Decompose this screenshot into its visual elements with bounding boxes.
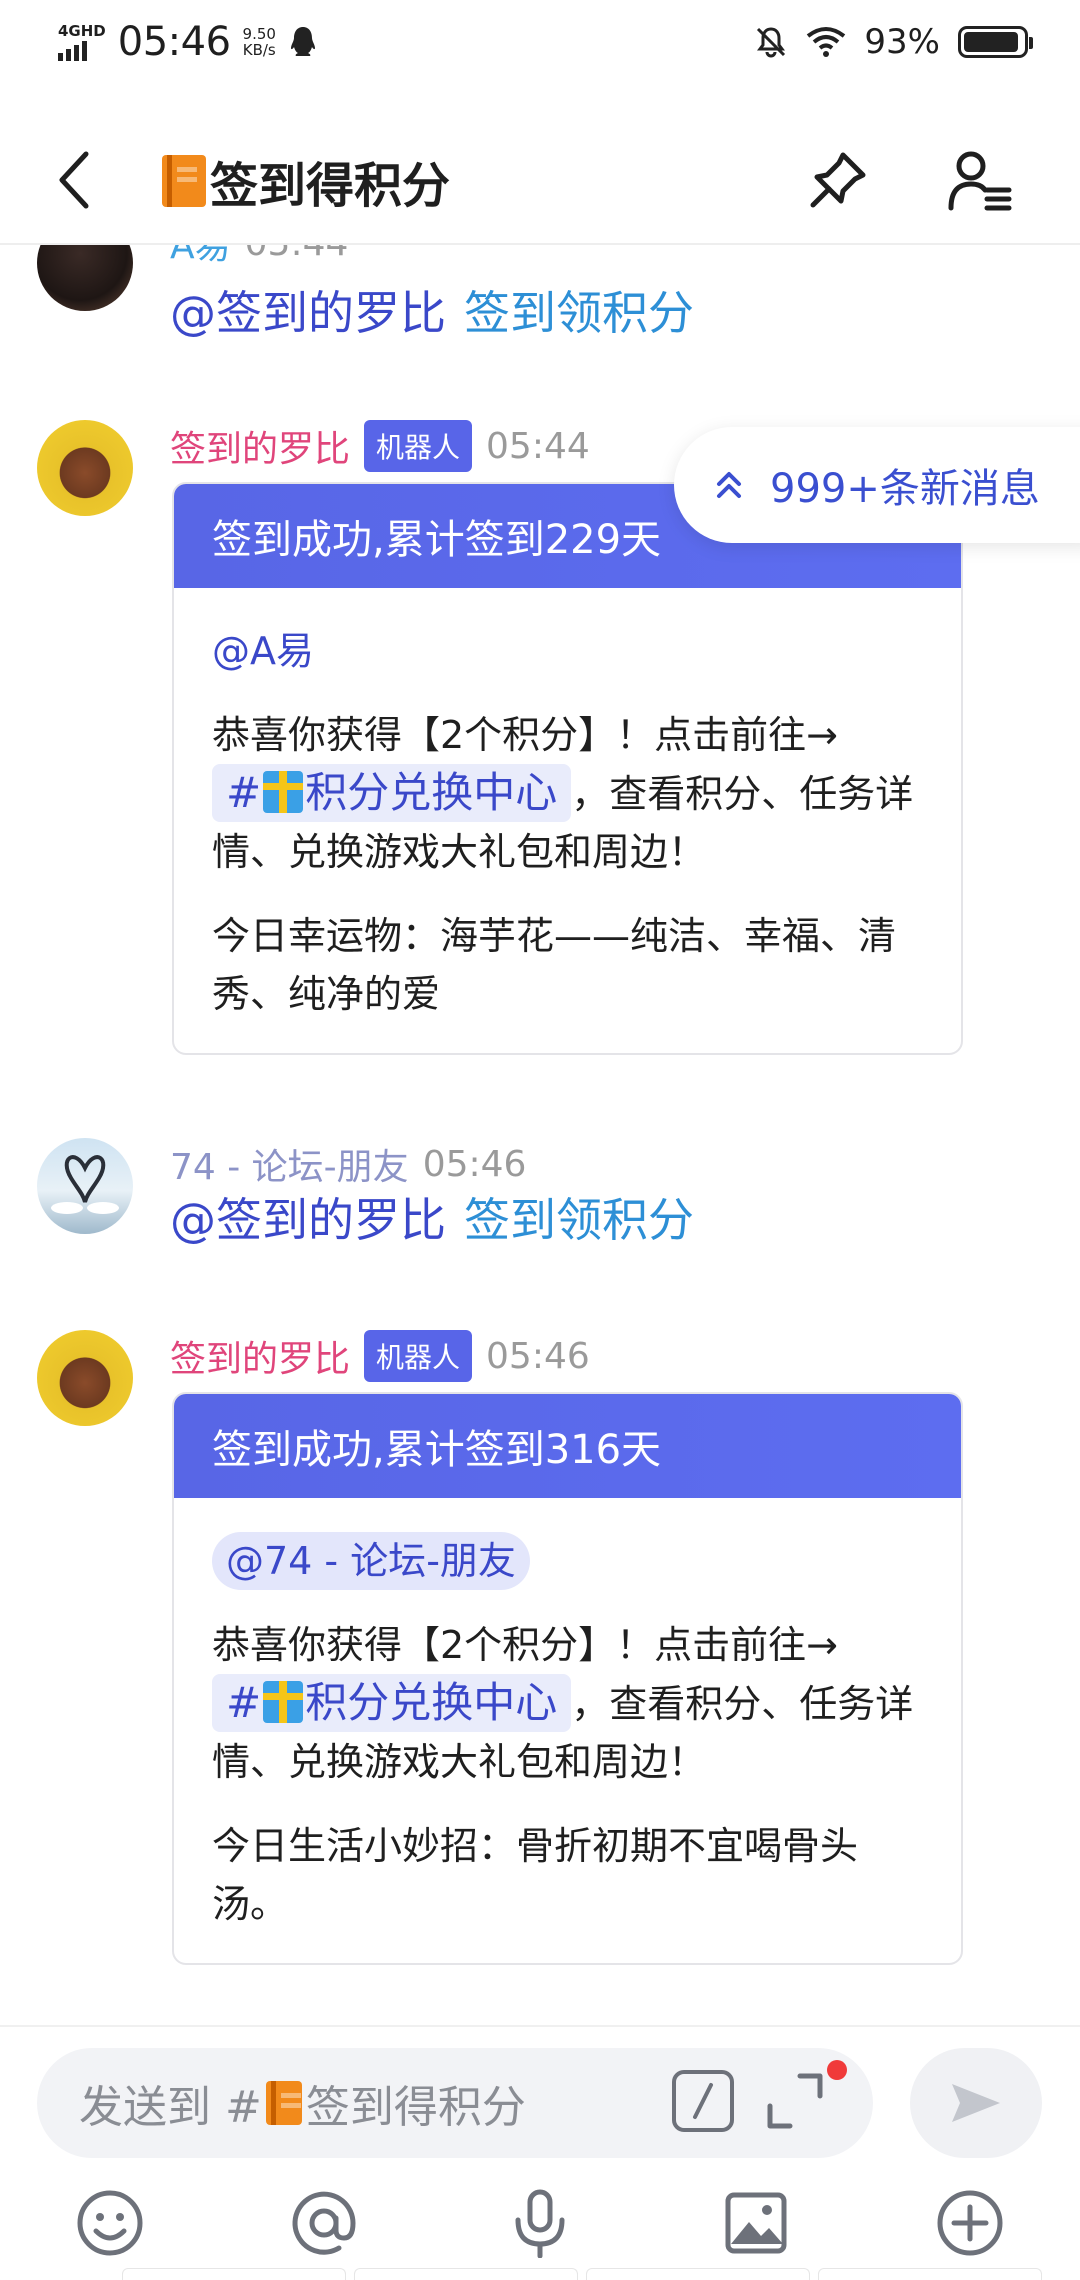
gift-icon bbox=[263, 1681, 304, 1723]
battery-icon bbox=[958, 26, 1033, 58]
message-text: @签到的罗比 签到领积分 bbox=[170, 277, 694, 343]
message-meta: 74 - 论坛-朋友 05:46 bbox=[170, 1138, 526, 1190]
swan-heart-icon bbox=[51, 1155, 119, 1214]
reward-text: 恭喜你获得【2个积分】！点击前往→ bbox=[212, 1623, 839, 1667]
panel-tabs bbox=[122, 2268, 1042, 2280]
channel-link[interactable]: # 积分兑换中心 bbox=[212, 764, 572, 822]
message-meta: 签到的罗比 机器人 05:44 bbox=[170, 420, 590, 472]
composer-divider bbox=[0, 2025, 1080, 2027]
member-list-icon bbox=[948, 151, 1012, 211]
daily-tip: 今日生活小妙招：骨折初期不宜喝骨头汤。 bbox=[212, 1824, 859, 1926]
message-time: 05:44 bbox=[486, 425, 590, 467]
mute-bell-icon bbox=[757, 27, 786, 58]
daily-tip: 今日幸运物：海芋花——纯洁、幸福、清秀、纯净的爱 bbox=[212, 914, 897, 1016]
send-button[interactable] bbox=[910, 2048, 1042, 2158]
placeholder-channel: 签到得积分 bbox=[305, 2082, 526, 2133]
input-toolbar bbox=[0, 2175, 1080, 2265]
voice-button[interactable] bbox=[502, 2185, 578, 2261]
sender-name[interactable]: 74 - 论坛-朋友 bbox=[170, 1138, 409, 1190]
channel-link-label: 积分兑换中心 bbox=[305, 1678, 558, 1727]
microphone-icon bbox=[515, 2189, 565, 2258]
checkin-card: 签到成功,累计签到229天 @A易 恭喜你获得【2个积分】！点击前往→ # 积分兑… bbox=[172, 482, 963, 1055]
back-button[interactable] bbox=[44, 150, 104, 210]
chevron-left-icon bbox=[59, 151, 89, 209]
user-mention[interactable]: @A易 bbox=[212, 622, 314, 680]
mention-link[interactable]: @签到的罗比 bbox=[170, 1184, 446, 1250]
image-button[interactable] bbox=[718, 2185, 794, 2261]
reward-text: 恭喜你获得【2个积分】！点击前往→ bbox=[212, 713, 839, 757]
bot-badge: 机器人 bbox=[364, 1330, 473, 1382]
network-speed-unit: KB/s bbox=[242, 41, 276, 59]
new-messages-label: 999+条新消息 bbox=[770, 466, 1040, 512]
bot-avatar[interactable] bbox=[37, 420, 133, 516]
wifi-icon bbox=[807, 27, 846, 57]
signal-icon: 4GHD bbox=[58, 21, 106, 61]
slash-command-button[interactable] bbox=[672, 2070, 734, 2132]
network-speed-value: 9.50 bbox=[242, 25, 276, 43]
battery-percent: 93% bbox=[864, 22, 940, 62]
qq-icon bbox=[290, 27, 315, 56]
new-messages-button[interactable]: 999+条新消息 bbox=[674, 427, 1080, 543]
user-avatar[interactable] bbox=[37, 245, 133, 311]
card-title: 签到成功,累计签到316天 bbox=[174, 1394, 961, 1498]
channel-hash: # bbox=[226, 768, 262, 817]
book-icon bbox=[162, 155, 206, 207]
message-meta: A易 05:44 bbox=[170, 245, 348, 269]
status-bar: 4GHD 05:46 9.50 KB/s 93% bbox=[0, 0, 1080, 84]
input-placeholder: 发送到 # 签到得积分 bbox=[79, 2071, 526, 2135]
command-link[interactable]: 签到领积分 bbox=[464, 277, 694, 343]
emoji-icon bbox=[77, 2190, 143, 2256]
channel-header: 签到得积分 bbox=[0, 120, 1080, 240]
double-chevron-up-icon bbox=[717, 472, 741, 498]
message-meta: 签到的罗比 机器人 05:46 bbox=[170, 1330, 590, 1382]
members-button[interactable] bbox=[944, 148, 1016, 212]
user-mention[interactable]: @74 - 论坛-朋友 bbox=[212, 1532, 530, 1590]
pin-button[interactable] bbox=[806, 148, 870, 212]
image-icon bbox=[725, 2192, 787, 2254]
mention-link[interactable]: @签到的罗比 bbox=[170, 277, 446, 343]
book-icon bbox=[265, 2081, 302, 2125]
slash-icon bbox=[693, 2083, 713, 2119]
at-icon bbox=[292, 2191, 356, 2255]
user-avatar[interactable] bbox=[37, 1138, 133, 1234]
bot-avatar[interactable] bbox=[37, 1330, 133, 1426]
channel-name: 签到得积分 bbox=[210, 158, 451, 214]
pin-icon bbox=[810, 152, 866, 208]
sender-name[interactable]: 签到的罗比 bbox=[170, 1330, 350, 1382]
bot-badge: 机器人 bbox=[364, 420, 473, 472]
network-type: 4GHD bbox=[58, 21, 106, 40]
channel-link[interactable]: # 积分兑换中心 bbox=[212, 1674, 572, 1732]
message-time: 05:46 bbox=[422, 1143, 527, 1185]
card-body: @A易 恭喜你获得【2个积分】！点击前往→ # 积分兑换中心 ，查看积分、任务详情、… bbox=[174, 588, 961, 1053]
expand-button[interactable] bbox=[762, 2068, 828, 2134]
message-time: 05:44 bbox=[245, 245, 349, 264]
message-text: @签到的罗比 签到领积分 bbox=[170, 1184, 694, 1250]
checkin-card: 签到成功,累计签到316天 @74 - 论坛-朋友 恭喜你获得【2个积分】！点击… bbox=[172, 1392, 963, 1965]
expand-icon bbox=[767, 2073, 823, 2129]
status-time: 05:46 bbox=[117, 19, 231, 65]
sender-name[interactable]: A易 bbox=[170, 245, 231, 269]
plus-icon bbox=[937, 2190, 1003, 2256]
network-speed: 9.50 KB/s bbox=[243, 26, 276, 58]
card-body: @74 - 论坛-朋友 恭喜你获得【2个积分】！点击前往→ # 积分兑换中心 ，查看… bbox=[174, 1498, 961, 1963]
placeholder-prefix: 发送到 # bbox=[79, 2082, 262, 2133]
command-link[interactable]: 签到领积分 bbox=[464, 1184, 694, 1250]
channel-hash: # bbox=[226, 1678, 262, 1727]
page-title: 签到得积分 bbox=[162, 146, 450, 216]
message-input[interactable]: 发送到 # 签到得积分 bbox=[37, 2048, 873, 2158]
notification-dot bbox=[827, 2060, 847, 2080]
sender-name[interactable]: 签到的罗比 bbox=[170, 420, 350, 472]
channel-link-label: 积分兑换中心 bbox=[305, 768, 558, 817]
message-time: 05:46 bbox=[486, 1335, 590, 1377]
mention-button[interactable] bbox=[286, 2185, 362, 2261]
send-icon bbox=[952, 2084, 1000, 2122]
more-button[interactable] bbox=[932, 2185, 1008, 2261]
gift-icon bbox=[263, 771, 304, 813]
emoji-button[interactable] bbox=[72, 2185, 148, 2261]
